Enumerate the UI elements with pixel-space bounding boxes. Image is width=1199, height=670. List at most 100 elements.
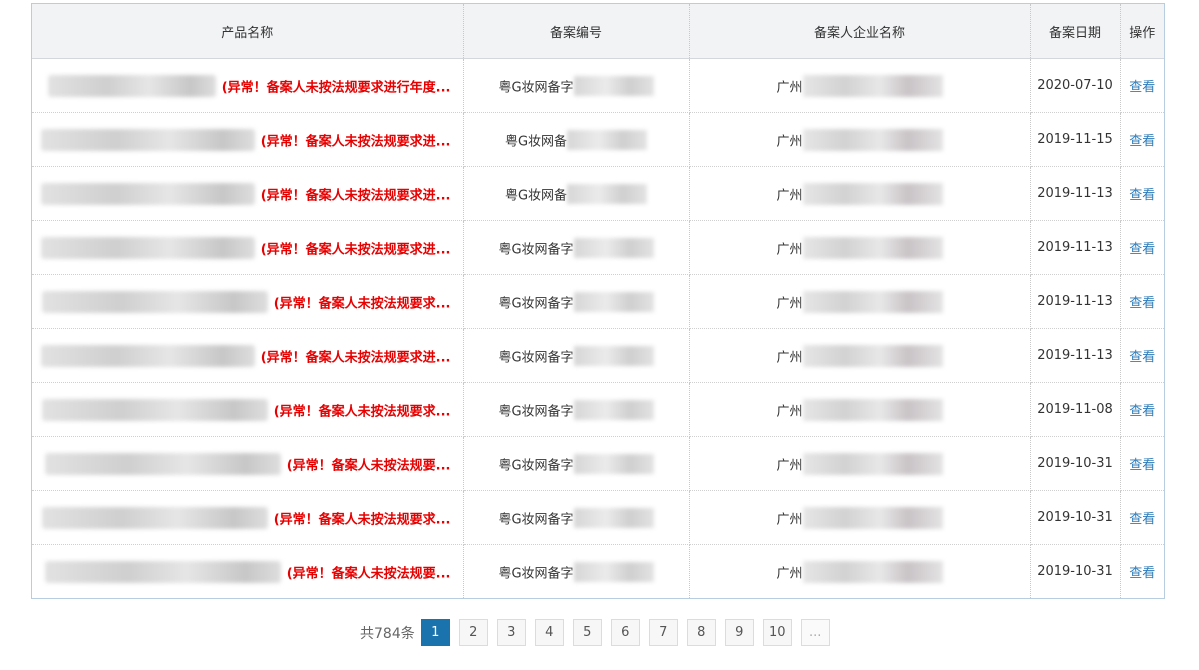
table-row: (异常！备案人未按法规要求进... 粤G妆网备 广州 2019-11-15 查看 [32, 112, 1164, 167]
operation-cell: 查看 [1120, 220, 1164, 275]
record-number-cell: 粤G妆网备 [463, 166, 690, 221]
redacted-record-number [573, 345, 654, 366]
enterprise-cell: 广州 [689, 544, 1031, 598]
redacted-record-number [573, 75, 654, 96]
table-row: (异常！备案人未按法规要... 粤G妆网备字 广州 2019-10-31 查看 [32, 436, 1164, 491]
record-number-prefix: 粤G妆网备 [504, 188, 568, 203]
operation-cell: 查看 [1120, 166, 1164, 221]
product-name-cell: (异常！备案人未按法规要求... [32, 382, 464, 437]
enterprise-cell: 广州 [689, 220, 1031, 275]
record-number-prefix: 粤G妆网备字 [498, 566, 574, 581]
redacted-product-name [41, 506, 268, 529]
record-date-cell: 2019-11-15 [1030, 112, 1121, 167]
operation-cell: 查看 [1120, 328, 1164, 383]
record-date-cell: 2019-10-31 [1030, 490, 1121, 545]
enterprise-prefix: 广州 [776, 242, 803, 257]
view-link[interactable]: 查看 [1129, 134, 1155, 149]
record-number-cell: 粤G妆网备字 [463, 382, 690, 437]
view-link[interactable]: 查看 [1129, 296, 1155, 311]
table-row: (异常！备案人未按法规要求... 粤G妆网备字 广州 2019-11-13 查看 [32, 274, 1164, 329]
record-date-cell: 2019-10-31 [1030, 436, 1121, 491]
redacted-record-number [573, 399, 654, 420]
enterprise-prefix: 广州 [776, 458, 803, 473]
header-operation: 操作 [1120, 4, 1164, 59]
product-name-cell: (异常！备案人未按法规要求进行年度... [32, 58, 464, 113]
redacted-enterprise-name [802, 74, 943, 97]
redacted-record-number [573, 561, 654, 582]
view-link[interactable]: 查看 [1129, 512, 1155, 527]
record-number-prefix: 粤G妆网备字 [498, 80, 574, 95]
abnormal-warning-text: (异常！备案人未按法规要求进行年度... [221, 80, 451, 95]
record-number-prefix: 粤G妆网备字 [498, 404, 574, 419]
view-link[interactable]: 查看 [1129, 404, 1155, 419]
record-number-prefix: 粤G妆网备字 [498, 350, 574, 365]
view-link[interactable]: 查看 [1129, 80, 1155, 95]
enterprise-cell: 广州 [689, 328, 1031, 383]
operation-cell: 查看 [1120, 274, 1164, 329]
record-number-cell: 粤G妆网备字 [463, 328, 690, 383]
page-button-5[interactable]: 5 [572, 619, 602, 646]
redacted-enterprise-name [802, 452, 943, 475]
record-date-cell: 2019-11-08 [1030, 382, 1121, 437]
page-button-9[interactable]: 9 [724, 619, 754, 646]
record-number-prefix: 粤G妆网备字 [498, 296, 574, 311]
page-button-2[interactable]: 2 [458, 619, 488, 646]
header-record-number: 备案编号 [463, 4, 690, 59]
enterprise-cell: 广州 [689, 274, 1031, 329]
page-button-10[interactable]: 10 [762, 619, 792, 646]
table-row: (异常！备案人未按法规要求进... 粤G妆网备字 广州 2019-11-13 查看 [32, 220, 1164, 275]
enterprise-prefix: 广州 [776, 404, 803, 419]
table-row: (异常！备案人未按法规要求进... 粤G妆网备字 广州 2019-11-13 查看 [32, 328, 1164, 383]
redacted-product-name [40, 344, 255, 367]
redacted-product-name [40, 182, 255, 205]
view-link[interactable]: 查看 [1129, 242, 1155, 257]
product-name-cell: (异常！备案人未按法规要... [32, 544, 464, 598]
abnormal-warning-text: (异常！备案人未按法规要求进... [260, 134, 451, 149]
record-number-cell: 粤G妆网备字 [463, 58, 690, 113]
table-row: (异常！备案人未按法规要求... 粤G妆网备字 广州 2019-10-31 查看 [32, 490, 1164, 545]
enterprise-cell: 广州 [689, 490, 1031, 545]
abnormal-warning-text: (异常！备案人未按法规要... [286, 566, 451, 581]
page-button-8[interactable]: 8 [686, 619, 716, 646]
record-date-cell: 2019-10-31 [1030, 544, 1121, 598]
page-button-1[interactable]: 1 [420, 619, 450, 646]
redacted-product-name [40, 236, 255, 259]
record-date-cell: 2019-11-13 [1030, 166, 1121, 221]
operation-cell: 查看 [1120, 545, 1164, 599]
abnormal-warning-text: (异常！备案人未按法规要求... [273, 404, 451, 419]
abnormal-warning-text: (异常！备案人未按法规要求进... [260, 242, 451, 257]
table-row: (异常！备案人未按法规要求进行年度... 粤G妆网备字 广州 2020-07-10 查看 [32, 58, 1164, 113]
product-name-cell: (异常！备案人未按法规要求进... [32, 220, 464, 275]
redacted-enterprise-name [802, 236, 943, 259]
view-link[interactable]: 查看 [1129, 458, 1155, 473]
record-date-cell: 2020-07-10 [1030, 58, 1121, 113]
redacted-product-name [44, 560, 281, 583]
redacted-product-name [47, 74, 216, 97]
enterprise-prefix: 广州 [776, 80, 803, 95]
page-button-3[interactable]: 3 [496, 619, 526, 646]
page-ellipsis[interactable]: ... [800, 619, 830, 646]
record-date-cell: 2019-11-13 [1030, 328, 1121, 383]
operation-cell: 查看 [1120, 58, 1164, 113]
enterprise-prefix: 广州 [776, 296, 803, 311]
view-link[interactable]: 查看 [1129, 566, 1155, 581]
page-button-7[interactable]: 7 [648, 619, 678, 646]
redacted-product-name [41, 290, 268, 313]
page-button-6[interactable]: 6 [610, 619, 640, 646]
product-name-cell: (异常！备案人未按法规要... [32, 436, 464, 491]
redacted-enterprise-name [802, 506, 943, 529]
redacted-record-number [567, 129, 648, 150]
page-button-4[interactable]: 4 [534, 619, 564, 646]
view-link[interactable]: 查看 [1129, 188, 1155, 203]
view-link[interactable]: 查看 [1129, 350, 1155, 365]
header-record-date: 备案日期 [1030, 4, 1121, 59]
operation-cell: 查看 [1120, 112, 1164, 167]
records-table-container: 产品名称 备案编号 备案人企业名称 备案日期 操作 (异常！备案人未按法规要求进… [31, 3, 1165, 599]
abnormal-warning-text: (异常！备案人未按法规要求... [273, 512, 451, 527]
table-row: (异常！备案人未按法规要... 粤G妆网备字 广州 2019-10-31 查看 [32, 544, 1164, 599]
record-date-cell: 2019-11-13 [1030, 220, 1121, 275]
product-name-cell: (异常！备案人未按法规要求... [32, 274, 464, 329]
redacted-record-number [573, 507, 654, 528]
table-row: (异常！备案人未按法规要求进... 粤G妆网备 广州 2019-11-13 查看 [32, 166, 1164, 221]
enterprise-prefix: 广州 [776, 350, 803, 365]
